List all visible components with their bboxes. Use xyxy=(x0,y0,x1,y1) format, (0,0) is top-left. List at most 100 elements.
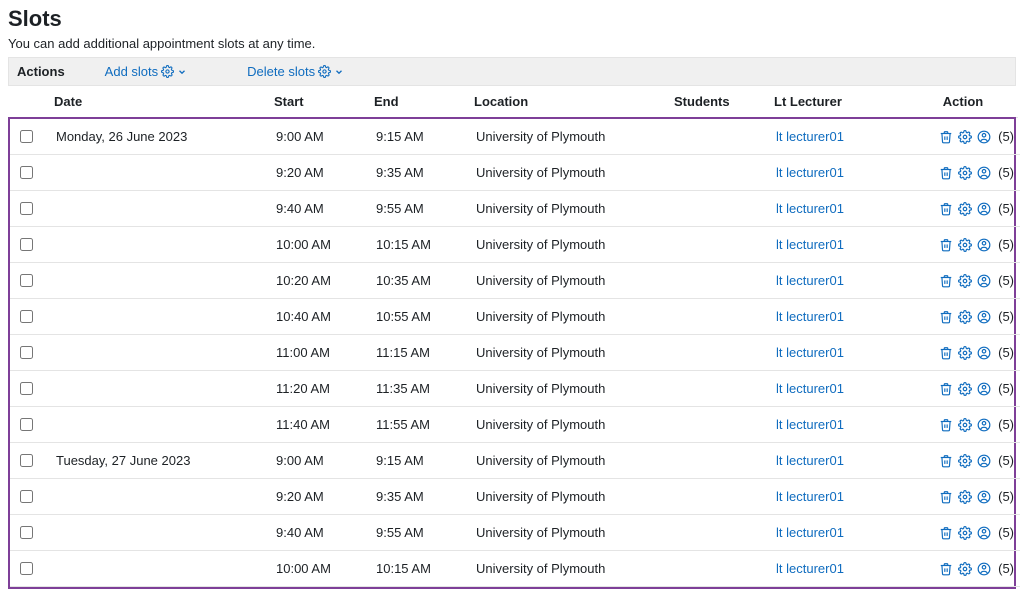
trash-icon[interactable] xyxy=(939,526,953,540)
cell-lecturer-link[interactable]: lt lecturer01 xyxy=(770,263,910,299)
trash-icon[interactable] xyxy=(939,346,953,360)
gear-icon[interactable] xyxy=(958,382,972,396)
trash-icon[interactable] xyxy=(939,166,953,180)
trash-icon[interactable] xyxy=(939,274,953,288)
row-checkbox[interactable] xyxy=(20,490,33,503)
slot-count: (5) xyxy=(998,165,1014,180)
slots-table-body: Monday, 26 June 20239:00 AM9:15 AMUniver… xyxy=(10,119,1020,587)
cell-date xyxy=(50,479,270,515)
gear-icon[interactable] xyxy=(958,202,972,216)
action-cell: (5) xyxy=(916,273,1014,288)
user-circle-icon[interactable] xyxy=(977,274,991,288)
gear-icon[interactable] xyxy=(958,346,972,360)
cell-lecturer-link[interactable]: lt lecturer01 xyxy=(770,299,910,335)
row-checkbox[interactable] xyxy=(20,346,33,359)
gear-icon xyxy=(161,65,174,78)
cell-end: 9:15 AM xyxy=(370,119,470,155)
gear-icon[interactable] xyxy=(958,238,972,252)
cell-lecturer-link[interactable]: lt lecturer01 xyxy=(770,191,910,227)
cell-location: University of Plymouth xyxy=(470,371,670,407)
gear-icon[interactable] xyxy=(958,166,972,180)
cell-students xyxy=(670,479,770,515)
trash-icon[interactable] xyxy=(939,454,953,468)
table-row: 9:20 AM9:35 AMUniversity of Plymouthlt l… xyxy=(10,479,1020,515)
user-circle-icon[interactable] xyxy=(977,166,991,180)
user-circle-icon[interactable] xyxy=(977,490,991,504)
cell-lecturer-link[interactable]: lt lecturer01 xyxy=(770,479,910,515)
cell-start: 9:40 AM xyxy=(270,191,370,227)
gear-icon[interactable] xyxy=(958,310,972,324)
delete-slots-link[interactable]: Delete slots xyxy=(247,64,344,79)
user-circle-icon[interactable] xyxy=(977,346,991,360)
gear-icon[interactable] xyxy=(958,454,972,468)
cell-start: 11:40 AM xyxy=(270,407,370,443)
user-circle-icon[interactable] xyxy=(977,130,991,144)
cell-location: University of Plymouth xyxy=(470,155,670,191)
gear-icon[interactable] xyxy=(958,490,972,504)
col-action: Action xyxy=(908,86,1018,118)
row-checkbox[interactable] xyxy=(20,418,33,431)
slots-table-header: Date Start End Location Students Lt Lect… xyxy=(8,86,1018,118)
row-checkbox[interactable] xyxy=(20,238,33,251)
cell-date xyxy=(50,263,270,299)
table-row: 9:40 AM9:55 AMUniversity of Plymouthlt l… xyxy=(10,191,1020,227)
row-checkbox[interactable] xyxy=(20,562,33,575)
gear-icon[interactable] xyxy=(958,418,972,432)
table-row: 10:00 AM10:15 AMUniversity of Plymouthlt… xyxy=(10,551,1020,587)
table-row: 11:20 AM11:35 AMUniversity of Plymouthlt… xyxy=(10,371,1020,407)
cell-date xyxy=(50,299,270,335)
table-row: 11:00 AM11:15 AMUniversity of Plymouthlt… xyxy=(10,335,1020,371)
table-row: 11:40 AM11:55 AMUniversity of Plymouthlt… xyxy=(10,407,1020,443)
user-circle-icon[interactable] xyxy=(977,562,991,576)
user-circle-icon[interactable] xyxy=(977,454,991,468)
gear-icon xyxy=(318,65,331,78)
row-checkbox[interactable] xyxy=(20,454,33,467)
cell-end: 10:15 AM xyxy=(370,227,470,263)
row-checkbox[interactable] xyxy=(20,130,33,143)
gear-icon[interactable] xyxy=(958,130,972,144)
user-circle-icon[interactable] xyxy=(977,382,991,396)
row-checkbox[interactable] xyxy=(20,310,33,323)
row-checkbox[interactable] xyxy=(20,382,33,395)
gear-icon[interactable] xyxy=(958,562,972,576)
cell-students xyxy=(670,155,770,191)
user-circle-icon[interactable] xyxy=(977,238,991,252)
cell-lecturer-link[interactable]: lt lecturer01 xyxy=(770,119,910,155)
user-circle-icon[interactable] xyxy=(977,418,991,432)
trash-icon[interactable] xyxy=(939,202,953,216)
trash-icon[interactable] xyxy=(939,310,953,324)
slot-count: (5) xyxy=(998,381,1014,396)
cell-lecturer-link[interactable]: lt lecturer01 xyxy=(770,551,910,587)
trash-icon[interactable] xyxy=(939,418,953,432)
cell-students xyxy=(670,119,770,155)
slot-count: (5) xyxy=(998,417,1014,432)
row-checkbox[interactable] xyxy=(20,202,33,215)
row-checkbox[interactable] xyxy=(20,274,33,287)
cell-lecturer-link[interactable]: lt lecturer01 xyxy=(770,371,910,407)
add-slots-link[interactable]: Add slots xyxy=(105,64,187,79)
table-row: Tuesday, 27 June 20239:00 AM9:15 AMUnive… xyxy=(10,443,1020,479)
cell-end: 9:35 AM xyxy=(370,155,470,191)
row-checkbox[interactable] xyxy=(20,166,33,179)
trash-icon[interactable] xyxy=(939,130,953,144)
cell-lecturer-link[interactable]: lt lecturer01 xyxy=(770,443,910,479)
cell-end: 10:35 AM xyxy=(370,263,470,299)
user-circle-icon[interactable] xyxy=(977,310,991,324)
gear-icon[interactable] xyxy=(958,526,972,540)
cell-lecturer-link[interactable]: lt lecturer01 xyxy=(770,155,910,191)
table-row: 10:40 AM10:55 AMUniversity of Plymouthlt… xyxy=(10,299,1020,335)
trash-icon[interactable] xyxy=(939,562,953,576)
cell-lecturer-link[interactable]: lt lecturer01 xyxy=(770,335,910,371)
row-checkbox[interactable] xyxy=(20,526,33,539)
trash-icon[interactable] xyxy=(939,382,953,396)
user-circle-icon[interactable] xyxy=(977,526,991,540)
cell-lecturer-link[interactable]: lt lecturer01 xyxy=(770,227,910,263)
gear-icon[interactable] xyxy=(958,274,972,288)
cell-location: University of Plymouth xyxy=(470,299,670,335)
trash-icon[interactable] xyxy=(939,238,953,252)
slot-count: (5) xyxy=(998,309,1014,324)
cell-lecturer-link[interactable]: lt lecturer01 xyxy=(770,407,910,443)
user-circle-icon[interactable] xyxy=(977,202,991,216)
trash-icon[interactable] xyxy=(939,490,953,504)
action-cell: (5) xyxy=(916,201,1014,216)
